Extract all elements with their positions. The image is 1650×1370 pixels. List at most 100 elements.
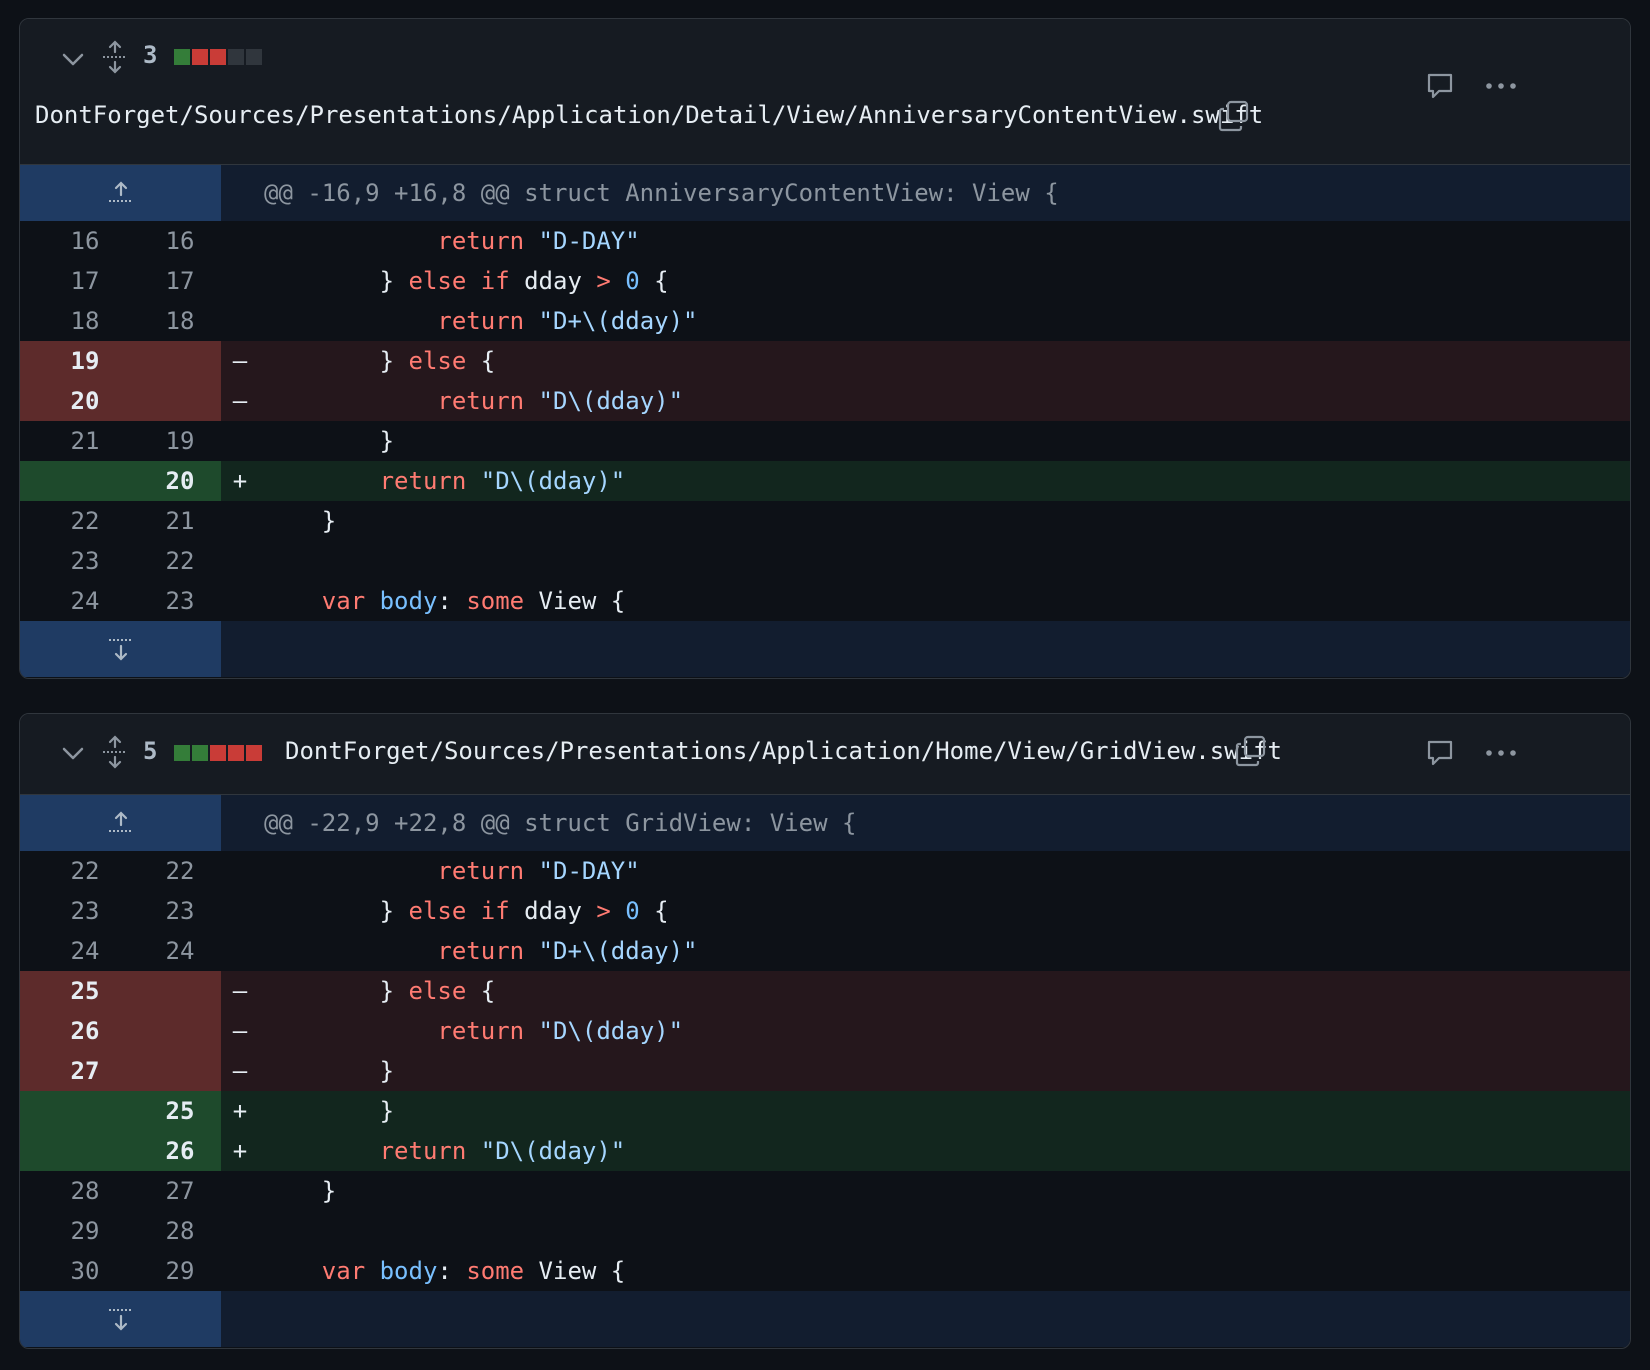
kebab-menu-icon[interactable] xyxy=(1484,81,1518,91)
code-token: else xyxy=(408,347,467,375)
diffstat-block-added xyxy=(192,745,208,761)
old-line-number[interactable]: 24 xyxy=(40,581,130,621)
old-line-number[interactable]: 20 xyxy=(40,381,130,421)
removed-line[interactable]: 19 – } else { xyxy=(20,341,1630,381)
context-line[interactable]: 23 22 xyxy=(20,541,1630,581)
new-line-number[interactable]: 19 xyxy=(135,421,225,461)
expand-all-icon[interactable] xyxy=(100,734,130,770)
context-line[interactable]: 18 18 return "D+\(dday)" xyxy=(20,301,1630,341)
code-text: return "D-DAY" xyxy=(264,851,639,891)
old-line-number[interactable]: 21 xyxy=(40,421,130,461)
old-line-number[interactable] xyxy=(40,1091,130,1131)
new-line-number[interactable]: 26 xyxy=(135,1131,225,1171)
old-line-number[interactable]: 27 xyxy=(40,1051,130,1091)
file-header: 5 DontForget/Sources/Presentations/Appli… xyxy=(20,714,1630,795)
expand-up-icon xyxy=(108,181,133,202)
old-line-number[interactable]: 24 xyxy=(40,931,130,971)
new-line-number[interactable]: 27 xyxy=(135,1171,225,1211)
removed-line[interactable]: 27 – } xyxy=(20,1051,1630,1091)
context-line[interactable]: 16 16 return "D-DAY" xyxy=(20,221,1630,261)
old-line-number[interactable]: 29 xyxy=(40,1211,130,1251)
code-token: : xyxy=(437,1257,467,1285)
code-text: } else { xyxy=(264,341,496,381)
old-line-number[interactable]: 16 xyxy=(40,221,130,261)
old-line-number[interactable]: 18 xyxy=(40,301,130,341)
context-line[interactable]: 30 29 var body: some View { xyxy=(20,1251,1630,1291)
expand-down-button[interactable] xyxy=(20,1291,221,1347)
context-line[interactable]: 21 19 } xyxy=(20,421,1630,461)
diff-file: 5 DontForget/Sources/Presentations/Appli… xyxy=(19,713,1631,1349)
new-line-number[interactable] xyxy=(135,1011,225,1051)
copy-icon[interactable] xyxy=(1217,99,1251,133)
old-line-number[interactable]: 25 xyxy=(40,971,130,1011)
chevron-down-icon[interactable] xyxy=(58,44,88,74)
old-line-number[interactable]: 30 xyxy=(40,1251,130,1291)
new-line-number[interactable]: 17 xyxy=(135,261,225,301)
old-line-number[interactable] xyxy=(40,1131,130,1171)
new-line-number[interactable]: 28 xyxy=(135,1211,225,1251)
new-line-number[interactable]: 23 xyxy=(135,581,225,621)
old-line-number[interactable]: 23 xyxy=(40,541,130,581)
expand-down-icon xyxy=(108,639,133,661)
diff-marker xyxy=(226,891,254,931)
diff-marker xyxy=(226,581,254,621)
expand-up-button[interactable] xyxy=(20,165,221,221)
added-line[interactable]: 26 + return "D\(dday)" xyxy=(20,1131,1630,1171)
added-line[interactable]: 20 + return "D\(dday)" xyxy=(20,461,1630,501)
expand-up-button[interactable] xyxy=(20,795,221,851)
old-line-number[interactable]: 26 xyxy=(40,1011,130,1051)
old-line-number[interactable] xyxy=(40,461,130,501)
removed-line[interactable]: 25 – } else { xyxy=(20,971,1630,1011)
old-line-number[interactable]: 22 xyxy=(40,851,130,891)
context-line[interactable]: 22 21 } xyxy=(20,501,1630,541)
new-line-number[interactable]: 22 xyxy=(135,541,225,581)
copy-icon[interactable] xyxy=(1234,734,1268,768)
chevron-down-icon[interactable] xyxy=(58,738,88,768)
old-line-number[interactable]: 22 xyxy=(40,501,130,541)
old-line-number[interactable]: 23 xyxy=(40,891,130,931)
context-line[interactable]: 23 23 } else if dday > 0 { xyxy=(20,891,1630,931)
expand-down-button[interactable] xyxy=(20,621,221,677)
code-text: return "D\(dday)" xyxy=(264,381,683,421)
context-line[interactable]: 29 28 xyxy=(20,1211,1630,1251)
context-line[interactable]: 24 23 var body: some View { xyxy=(20,581,1630,621)
code-token: return xyxy=(379,467,467,495)
new-line-number[interactable]: 20 xyxy=(135,461,225,501)
new-line-number[interactable] xyxy=(135,971,225,1011)
new-line-number[interactable] xyxy=(135,381,225,421)
new-line-number[interactable]: 25 xyxy=(135,1091,225,1131)
context-line[interactable]: 17 17 } else if dday > 0 { xyxy=(20,261,1630,301)
new-line-number[interactable]: 16 xyxy=(135,221,225,261)
new-line-number[interactable]: 24 xyxy=(135,931,225,971)
removed-line[interactable]: 26 – return "D\(dday)" xyxy=(20,1011,1630,1051)
old-line-number[interactable]: 17 xyxy=(40,261,130,301)
new-line-number[interactable]: 23 xyxy=(135,891,225,931)
code-token: else xyxy=(408,897,467,925)
kebab-menu-icon[interactable] xyxy=(1484,748,1518,758)
new-line-number[interactable] xyxy=(135,1051,225,1091)
file-path[interactable]: DontForget/Sources/Presentations/Applica… xyxy=(285,737,1282,765)
new-line-number[interactable] xyxy=(135,341,225,381)
context-line[interactable]: 24 24 return "D+\(dday)" xyxy=(20,931,1630,971)
removed-line[interactable]: 20 – return "D\(dday)" xyxy=(20,381,1630,421)
old-line-number[interactable]: 19 xyxy=(40,341,130,381)
file-path[interactable]: DontForget/Sources/Presentations/Applica… xyxy=(35,101,1263,129)
added-line[interactable]: 25 + } xyxy=(20,1091,1630,1131)
comment-icon[interactable] xyxy=(1425,738,1455,768)
context-line[interactable]: 22 22 return "D-DAY" xyxy=(20,851,1630,891)
code-token: return xyxy=(437,307,525,335)
code-token: if xyxy=(480,897,510,925)
comment-icon[interactable] xyxy=(1425,71,1455,101)
new-line-number[interactable]: 18 xyxy=(135,301,225,341)
new-line-number[interactable]: 22 xyxy=(135,851,225,891)
new-line-number[interactable]: 29 xyxy=(135,1251,225,1291)
expand-all-icon[interactable] xyxy=(100,39,130,75)
context-line[interactable]: 28 27 } xyxy=(20,1171,1630,1211)
code-text: } else if dday > 0 { xyxy=(264,891,669,931)
new-line-number[interactable]: 21 xyxy=(135,501,225,541)
old-line-number[interactable]: 28 xyxy=(40,1171,130,1211)
